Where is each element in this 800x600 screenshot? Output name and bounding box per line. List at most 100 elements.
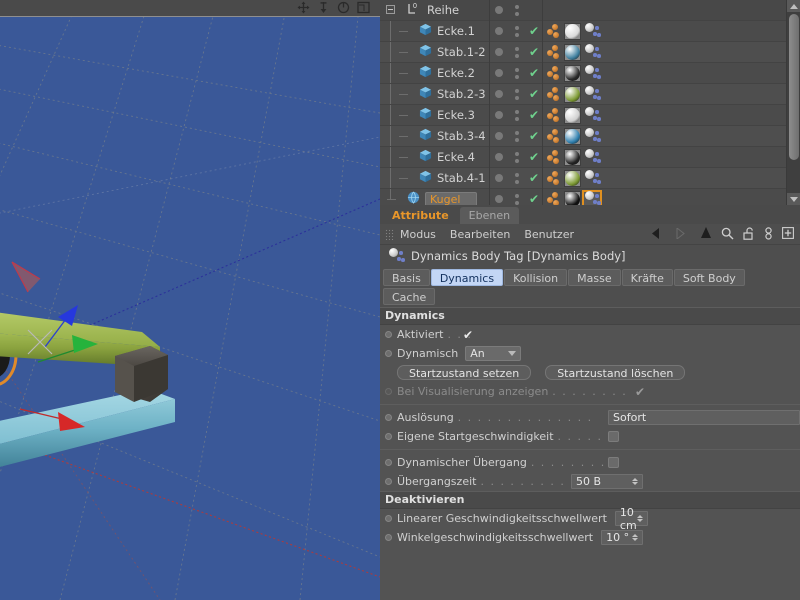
tag-column[interactable] xyxy=(543,85,601,103)
object-name-cell[interactable]: Ecke.2 xyxy=(380,63,489,84)
scroll-down-arrow[interactable] xyxy=(787,193,800,205)
tag-column[interactable] xyxy=(543,106,601,124)
input-winkel-schwellwert[interactable]: 10 ° xyxy=(601,530,643,545)
forward-arrow-icon[interactable] xyxy=(676,226,691,242)
tag-column[interactable] xyxy=(543,169,601,187)
enabled-check[interactable]: ✔ xyxy=(526,109,542,122)
connector-tag-icon[interactable] xyxy=(547,44,562,60)
material-tag-icon[interactable] xyxy=(564,22,581,40)
row-linearer-schwellwert[interactable]: Linearer Geschwindigkeitsschwellwert 10 … xyxy=(380,506,800,532)
visibility-dot-upper[interactable] xyxy=(490,69,508,77)
visibility-dots-lower[interactable] xyxy=(508,172,526,184)
material-tag-icon[interactable] xyxy=(564,169,581,187)
enabled-check[interactable]: ✔ xyxy=(526,25,542,38)
back-arrow-icon[interactable] xyxy=(652,227,667,242)
stepper-icon[interactable] xyxy=(632,478,638,485)
object-row[interactable]: Stab.3-4 ✔ xyxy=(380,125,786,147)
object-row[interactable]: Ecke.1 ✔ xyxy=(380,20,786,42)
scroll-thumb[interactable] xyxy=(789,14,799,160)
object-name-cell[interactable]: Ecke.1 xyxy=(380,21,489,42)
visibility-dots-lower[interactable] xyxy=(508,4,526,16)
scroll-up-arrow[interactable] xyxy=(787,0,800,12)
row-winkel-schwellwert[interactable]: Winkelgeschwindigkeitsschwellwert . 10 ° xyxy=(380,528,800,547)
tree-expander-cell[interactable] xyxy=(384,0,402,21)
connector-tag-icon[interactable] xyxy=(547,149,562,165)
object-name-cell[interactable]: Ecke.4 xyxy=(380,147,489,168)
visibility-dots-lower[interactable] xyxy=(508,46,526,58)
object-name-cell[interactable]: Stab.2-3 xyxy=(380,84,489,105)
visibility-dot-upper[interactable] xyxy=(490,6,508,14)
property-tab-kollision[interactable]: Kollision xyxy=(504,269,568,286)
tag-column[interactable] xyxy=(543,43,601,61)
visibility-dot-upper[interactable] xyxy=(490,153,508,161)
dropdown-ausloesung[interactable]: Sofort xyxy=(608,410,800,425)
property-tab-dynamics[interactable]: Dynamics xyxy=(430,269,504,286)
material-tag-icon[interactable] xyxy=(564,106,581,124)
rotate-icon[interactable] xyxy=(337,1,350,14)
enabled-check[interactable]: ✔ xyxy=(526,172,542,185)
row-dynamisch[interactable]: Dynamisch An xyxy=(380,344,800,363)
object-name-cell[interactable]: 0 Reihe xyxy=(380,0,489,21)
property-tab-basis[interactable]: Basis xyxy=(383,269,430,286)
object-row[interactable]: Ecke.4 ✔ xyxy=(380,146,786,168)
input-linearer-schwellwert[interactable]: 10 cm xyxy=(614,506,648,532)
move-icon[interactable] xyxy=(297,1,310,14)
object-row[interactable]: Stab.1-2 ✔ xyxy=(380,41,786,63)
stepper-icon[interactable] xyxy=(632,534,638,541)
visibility-dots-lower[interactable] xyxy=(508,193,526,205)
up-arrow-icon[interactable] xyxy=(700,227,712,242)
enabled-check[interactable]: ✔ xyxy=(526,130,542,143)
row-startgeschwindigkeit[interactable]: Eigene Startgeschwindigkeit . . . . . . … xyxy=(380,427,800,446)
row-ausloesung[interactable]: Auslösung . . . . . . . . . . . . . . So… xyxy=(380,408,800,427)
dropdown-dynamisch[interactable]: An xyxy=(465,346,522,361)
connector-tag-icon[interactable] xyxy=(547,65,562,81)
connector-tag-icon[interactable] xyxy=(547,170,562,186)
collapse-icon[interactable] xyxy=(386,4,395,14)
object-row-root[interactable]: 0 Reihe xyxy=(380,0,786,21)
connector-tag-icon[interactable] xyxy=(547,23,562,39)
material-tag-icon[interactable] xyxy=(564,85,581,103)
enabled-check[interactable]: ✔ xyxy=(526,46,542,59)
visibility-dots-lower[interactable] xyxy=(508,130,526,142)
connector-tag-icon[interactable] xyxy=(547,191,562,205)
material-tag-icon[interactable] xyxy=(564,190,581,205)
visibility-dots-lower[interactable] xyxy=(508,109,526,121)
dynamics-body-tag-icon[interactable] xyxy=(583,128,601,144)
visibility-dots-lower[interactable] xyxy=(508,25,526,37)
property-tab-soft-body[interactable]: Soft Body xyxy=(673,269,745,286)
visibility-dots-lower[interactable] xyxy=(508,151,526,163)
dynamics-body-tag-icon[interactable] xyxy=(583,23,601,39)
tag-column[interactable] xyxy=(543,190,602,205)
property-tab-cache[interactable]: Cache xyxy=(383,288,436,305)
dynamics-body-tag-icon[interactable] xyxy=(582,190,602,205)
visibility-dot-upper[interactable] xyxy=(490,90,508,98)
object-name-cell[interactable]: Stab.1-2 xyxy=(380,42,489,63)
property-tab-masse[interactable]: Masse xyxy=(568,269,621,286)
dynamics-body-tag-icon[interactable] xyxy=(583,65,601,81)
material-tag-icon[interactable] xyxy=(564,64,581,82)
tag-column[interactable] xyxy=(543,148,601,166)
object-name-cell[interactable]: Kugel xyxy=(380,189,489,205)
dynamics-body-tag-icon[interactable] xyxy=(583,44,601,60)
tab-attribute[interactable]: Attribute xyxy=(383,207,458,224)
object-manager[interactable]: 0 Reihe Ecke.1 ✔ Stab.1-2 ✔ Ecke.2 ✔ Stab.2-3 ✔ Ec… xyxy=(380,0,800,205)
dynamics-body-tag-icon[interactable] xyxy=(583,107,601,123)
dynamics-body-tag-icon[interactable] xyxy=(583,149,601,165)
row-aktiviert[interactable]: Aktiviert . . . ✔ xyxy=(380,325,800,344)
connector-tag-icon[interactable] xyxy=(547,86,562,102)
visibility-dot-upper[interactable] xyxy=(490,132,508,140)
visibility-dot-upper[interactable] xyxy=(490,174,508,182)
tab-ebenen[interactable]: Ebenen xyxy=(459,207,520,224)
object-row[interactable]: Stab.2-3 ✔ xyxy=(380,83,786,105)
input-uebergangszeit[interactable]: 50 B xyxy=(571,474,643,489)
viewport-3d[interactable] xyxy=(0,0,380,600)
material-tag-icon[interactable] xyxy=(564,43,581,61)
visibility-dots-lower[interactable] xyxy=(508,67,526,79)
panel-grip-icon[interactable] xyxy=(385,228,394,240)
visibility-dots-lower[interactable] xyxy=(508,88,526,100)
dynamics-body-tag-icon[interactable] xyxy=(583,86,601,102)
lock-open-icon[interactable] xyxy=(743,226,755,243)
object-manager-scrollbar[interactable] xyxy=(786,0,800,205)
maximize-icon[interactable] xyxy=(357,1,370,14)
object-name-cell[interactable]: Stab.3-4 xyxy=(380,126,489,147)
